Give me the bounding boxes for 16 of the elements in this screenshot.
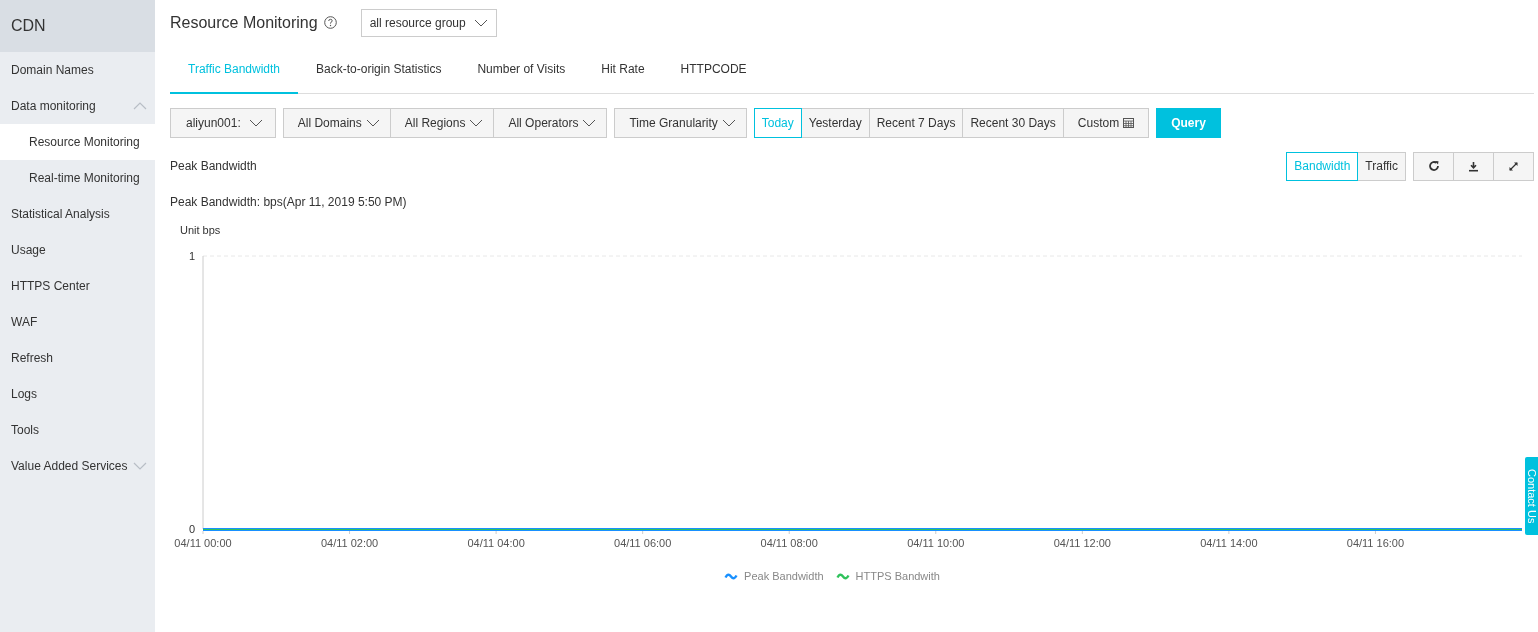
x-tick-label: 04/11 10:00: [907, 537, 965, 549]
x-tick-label: 04/11 04:00: [467, 537, 525, 549]
panel-title: Peak Bandwidth: [170, 159, 257, 173]
x-tick-label: 04/11 00:00: [174, 537, 232, 549]
x-tick-label: 04/11 14:00: [1200, 537, 1258, 549]
product-title: CDN: [11, 17, 46, 35]
x-tick-label: 04/11 12:00: [1053, 537, 1111, 549]
chart-subtitle: Peak Bandwidth: bps(Apr 11, 2019 5:50 PM): [170, 195, 408, 209]
x-tick-label: 04/11 08:00: [760, 537, 818, 549]
page-title: Resource Monitoring: [170, 13, 318, 32]
x-tick-label: 04/11 06:00: [614, 537, 672, 549]
y-tick-label: 1: [188, 250, 195, 262]
x-tick-label: 04/11 02:00: [320, 537, 379, 549]
x-tick-label: 04/11 16:00: [1346, 537, 1405, 549]
y-axis-label: Unit bps: [180, 224, 221, 236]
y-tick-label: 0: [188, 523, 195, 535]
